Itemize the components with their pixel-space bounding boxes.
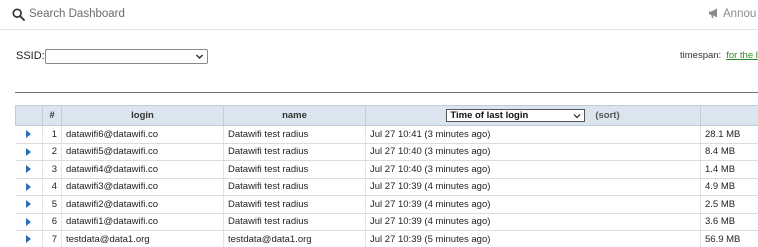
row-number: 6: [42, 213, 62, 231]
row-name: Datawifi test radius: [223, 143, 366, 161]
timespan-label: timespan:: [680, 50, 722, 61]
table-header-row: # login name Time of last login (sort): [15, 105, 758, 126]
expand-arrow-icon[interactable]: [26, 217, 32, 226]
num-column-header: #: [42, 105, 62, 126]
last-login-column-header: Time of last login (sort): [365, 105, 701, 126]
row-last-login: Jul 27 10:39 (4 minutes ago): [365, 195, 701, 214]
expand-arrow-icon[interactable]: [26, 200, 32, 209]
chevron-down-icon: [196, 54, 203, 59]
row-login: datawifi6@datawifi.co: [61, 125, 224, 144]
expand-arrow-icon[interactable]: [26, 130, 32, 139]
chevron-down-icon: [573, 114, 581, 119]
expand-arrow-icon[interactable]: [26, 147, 32, 156]
ssid-label: SSID:: [16, 50, 45, 62]
ssid-select[interactable]: [45, 49, 208, 64]
row-number: 7: [42, 230, 62, 247]
row-login: datawifi4@datawifi.co: [61, 160, 224, 179]
sort-link[interactable]: (sort): [595, 110, 619, 121]
row-name: Datawifi test radius: [223, 178, 366, 196]
row-usage: 56.9 MB: [700, 230, 758, 247]
row-usage: 2.5 MB: [700, 195, 758, 214]
row-login: testdata@data1.org: [61, 230, 224, 247]
announcements-label: Annou: [723, 8, 757, 20]
row-number: 3: [42, 160, 62, 179]
row-last-login: Jul 27 10:39 (5 minutes ago): [365, 230, 701, 247]
expand-arrow-icon[interactable]: [26, 235, 32, 244]
search-input[interactable]: [29, 5, 309, 23]
table-row[interactable]: 3 datawifi4@datawifi.co Datawifi test ra…: [15, 160, 758, 179]
row-name: testdata@data1.org: [223, 230, 366, 247]
table-row[interactable]: 2 datawifi5@datawifi.co Datawifi test ra…: [15, 143, 758, 161]
timespan-link[interactable]: for the l: [726, 50, 758, 61]
timespan: timespan: for the l: [680, 50, 758, 64]
expand-arrow-icon[interactable]: [26, 182, 32, 191]
megaphone-icon: [709, 8, 717, 18]
sort-column-select-value: Time of last login: [450, 110, 529, 121]
sort-column-select[interactable]: Time of last login: [446, 109, 586, 122]
row-last-login: Jul 27 10:39 (4 minutes ago): [365, 178, 701, 196]
row-usage: 4.9 MB: [700, 178, 758, 196]
name-column-header[interactable]: name: [223, 105, 366, 126]
clients-table: # login name Time of last login (sort) 1 …: [15, 105, 758, 247]
row-number: 5: [42, 195, 62, 214]
row-login: datawifi2@datawifi.co: [61, 195, 224, 214]
announcements-link[interactable]: Annou: [708, 7, 758, 23]
row-number: 1: [42, 125, 62, 144]
search-icon[interactable]: [12, 8, 25, 21]
row-last-login: Jul 27 10:41 (3 minutes ago): [365, 125, 701, 144]
row-name: Datawifi test radius: [223, 213, 366, 231]
row-usage: 28.1 MB: [700, 125, 758, 144]
row-last-login: Jul 27 10:40 (3 minutes ago): [365, 160, 701, 179]
row-name: Datawifi test radius: [223, 195, 366, 214]
divider: [15, 92, 758, 93]
table-row[interactable]: 1 datawifi6@datawifi.co Datawifi test ra…: [15, 125, 758, 144]
row-login: datawifi5@datawifi.co: [61, 143, 224, 161]
table-row[interactable]: 4 datawifi3@datawifi.co Datawifi test ra…: [15, 178, 758, 196]
row-last-login: Jul 27 10:40 (3 minutes ago): [365, 143, 701, 161]
row-login: datawifi1@datawifi.co: [61, 213, 224, 231]
usage-column-header: [700, 105, 758, 126]
row-number: 2: [42, 143, 62, 161]
row-number: 4: [42, 178, 62, 196]
login-column-header[interactable]: login: [61, 105, 224, 126]
top-bar: Annou: [0, 0, 758, 30]
row-usage: 1.4 MB: [700, 160, 758, 179]
table-row[interactable]: 6 datawifi1@datawifi.co Datawifi test ra…: [15, 213, 758, 231]
table-row[interactable]: 5 datawifi2@datawifi.co Datawifi test ra…: [15, 195, 758, 214]
expand-column-header: [15, 105, 43, 126]
row-name: Datawifi test radius: [223, 125, 366, 144]
row-last-login: Jul 27 10:39 (4 minutes ago): [365, 213, 701, 231]
row-login: datawifi3@datawifi.co: [61, 178, 224, 196]
expand-arrow-icon[interactable]: [26, 165, 32, 174]
row-usage: 8.4 MB: [700, 143, 758, 161]
row-usage: 3.6 MB: [700, 213, 758, 231]
row-name: Datawifi test radius: [223, 160, 366, 179]
table-row[interactable]: 7 testdata@data1.org testdata@data1.org …: [15, 230, 758, 247]
